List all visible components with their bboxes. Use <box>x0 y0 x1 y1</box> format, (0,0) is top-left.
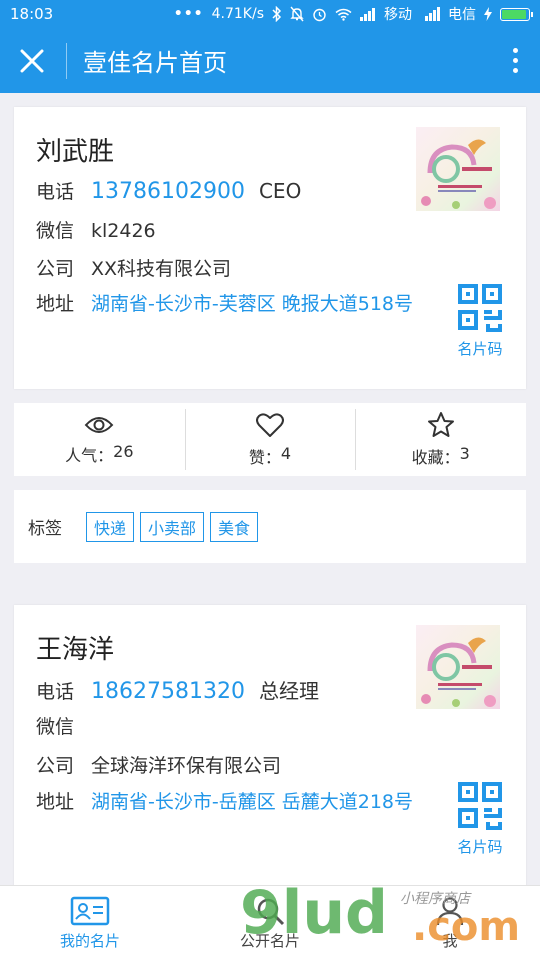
qr-code-button[interactable]: 名片码 <box>454 284 506 359</box>
status-time: 18:03 <box>10 5 54 23</box>
company-label: 公司 <box>36 258 75 280</box>
qr-code-icon <box>458 284 502 332</box>
wifi-icon <box>335 8 352 21</box>
business-card[interactable]: 刘武胜 电话 13786102900 CEO 微信 kl2426 公司 XX科技… <box>14 107 526 389</box>
card-image[interactable] <box>416 127 500 211</box>
favorites-stat[interactable]: 收藏： 3 <box>355 403 526 476</box>
tags-section: 标签 快递 小卖部 美食 <box>14 490 526 563</box>
eye-icon <box>84 416 114 433</box>
bottom-tab-bar: 我的名片 公开名片 我 <box>0 885 540 961</box>
company-value: XX科技有限公司 <box>91 258 232 280</box>
rooster-illustration <box>421 139 496 209</box>
likes-stat[interactable]: 赞： 4 <box>184 403 356 476</box>
card-image[interactable] <box>416 625 500 709</box>
more-dot <box>512 48 518 53</box>
business-card[interactable]: 王海洋 电话 18627581320 总经理 微信 公司 全球海洋环保有限公司 … <box>14 605 526 905</box>
stats-bar: 人气： 26 赞： 4 收藏： 3 <box>14 403 526 476</box>
network-speed: 4.71K/s <box>211 6 264 22</box>
tab-label: 我 <box>442 932 458 950</box>
mute-icon <box>290 6 304 22</box>
status-bar: 18:03 ••• 4.71K/s 移动 电信 <box>0 0 540 28</box>
job-title: 总经理 <box>258 679 319 703</box>
signal-icon-2 <box>425 7 440 21</box>
wechat-row: 微信 kl2426 <box>36 216 156 243</box>
views-count: 26 <box>113 441 134 461</box>
wechat-label: 微信 <box>36 716 75 738</box>
signal-icon <box>360 7 375 21</box>
page-title: 壹佳名片首页 <box>83 49 227 77</box>
wechat-label: 微信 <box>36 220 75 242</box>
star-icon <box>427 412 454 437</box>
phone-link[interactable]: 13786102900 <box>91 179 245 204</box>
more-dot <box>512 58 518 63</box>
qr-code-button[interactable]: 名片码 <box>454 782 506 857</box>
tag-item[interactable]: 快递 <box>86 511 135 542</box>
favorites-label: 收藏： <box>411 448 460 467</box>
heart-icon <box>256 412 284 437</box>
status-dots: ••• <box>173 6 204 22</box>
card-icon <box>70 896 110 926</box>
phone-link[interactable]: 18627581320 <box>91 679 245 704</box>
tab-label: 我的名片 <box>59 932 120 950</box>
more-dot <box>512 68 518 73</box>
phone-label: 电话 <box>36 181 75 203</box>
qr-code-label: 名片码 <box>457 340 503 358</box>
carrier-mobile: 移动 <box>384 7 412 23</box>
bluetooth-icon <box>272 6 282 22</box>
rooster-illustration <box>421 637 496 707</box>
favorites-count: 3 <box>459 444 470 463</box>
views-label: 人气： <box>65 445 114 465</box>
likes-label: 赞： <box>248 447 281 467</box>
search-icon <box>257 898 285 926</box>
likes-count: 4 <box>280 443 292 463</box>
status-icons: ••• 4.71K/s 移动 电信 <box>173 4 533 24</box>
tag-item[interactable]: 美食 <box>210 511 259 542</box>
alarm-icon <box>313 8 326 21</box>
address-link[interactable]: 湖南省-长沙市-芙蓉区 晚报大道518号 <box>91 289 413 316</box>
phone-label: 电话 <box>36 681 75 703</box>
tag-item[interactable]: 小卖部 <box>140 511 205 542</box>
close-icon <box>20 49 44 72</box>
card-name: 刘武胜 <box>36 137 115 167</box>
card-name: 王海洋 <box>36 635 115 665</box>
more-menu-button[interactable] <box>490 28 540 93</box>
company-value: 全球海洋环保有限公司 <box>91 755 282 777</box>
close-button[interactable] <box>0 28 64 93</box>
address-link[interactable]: 湖南省-长沙市-岳麓区 岳麓大道218号 <box>91 787 413 814</box>
tags-label: 标签 <box>28 519 62 539</box>
job-title: CEO <box>258 179 302 203</box>
title-divider <box>66 42 67 79</box>
views-stat: 人气： 26 <box>14 403 185 476</box>
address-label: 地址 <box>36 791 75 813</box>
address-label: 地址 <box>36 293 75 315</box>
carrier-telecom: 电信 <box>448 7 476 23</box>
company-row: 公司 全球海洋环保有限公司 <box>36 751 281 778</box>
wechat-value: kl2426 <box>91 220 156 242</box>
wechat-row: 微信 <box>36 712 91 739</box>
address-row: 地址 湖南省-长沙市-芙蓉区 晚报大道518号 <box>36 289 413 316</box>
company-label: 公司 <box>36 755 75 777</box>
battery-icon <box>500 7 533 21</box>
tab-my-card[interactable]: 我的名片 <box>0 886 180 961</box>
user-icon <box>436 897 464 926</box>
qr-code-icon <box>458 782 502 830</box>
address-row: 地址 湖南省-长沙市-岳麓区 岳麓大道218号 <box>36 787 413 814</box>
phone-row: 电话 13786102900 CEO <box>36 177 301 204</box>
title-bar: 壹佳名片首页 <box>0 28 540 93</box>
tab-me[interactable]: 我 <box>360 886 540 961</box>
qr-code-label: 名片码 <box>457 838 503 856</box>
tab-label: 公开名片 <box>239 932 300 950</box>
charging-icon <box>484 7 492 21</box>
phone-row: 电话 18627581320 总经理 <box>36 675 319 704</box>
company-row: 公司 XX科技有限公司 <box>36 254 231 281</box>
tab-public-cards[interactable]: 公开名片 <box>180 886 360 961</box>
